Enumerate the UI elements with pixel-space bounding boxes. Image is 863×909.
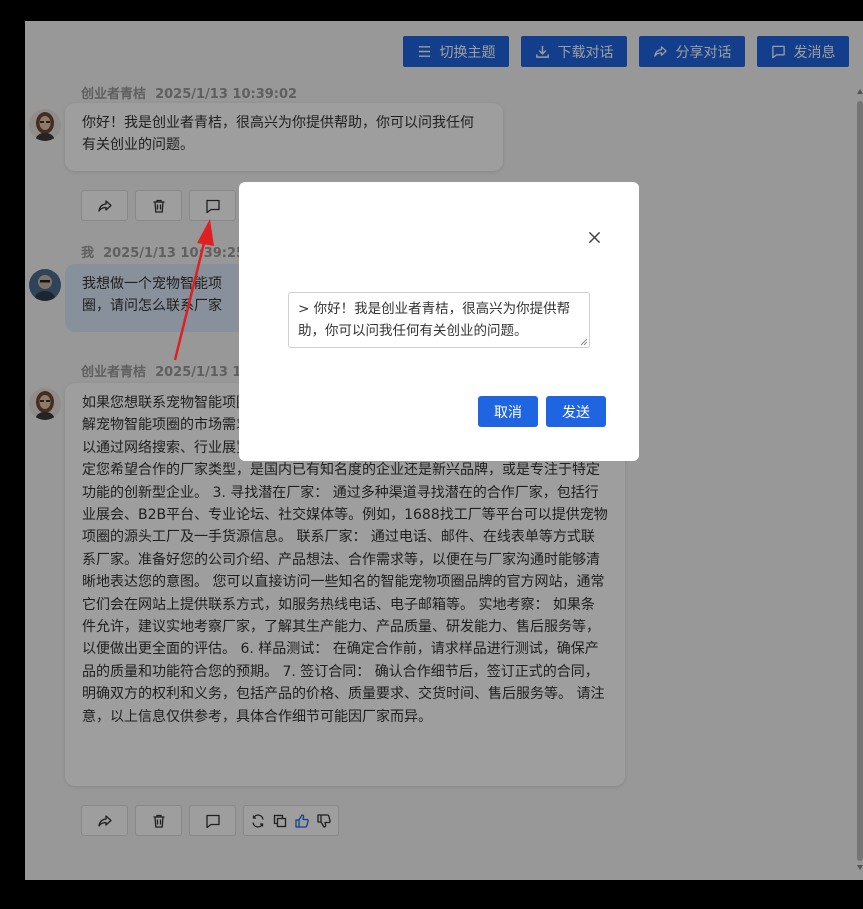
annotation-arrow [173, 219, 214, 361]
arrow-head [197, 219, 214, 246]
arrow-shaft [173, 238, 207, 361]
chat-app: 切换主题 下载对话 分享对话 发消息 创业者青桔 2025/1/13 10:39… [25, 21, 863, 880]
